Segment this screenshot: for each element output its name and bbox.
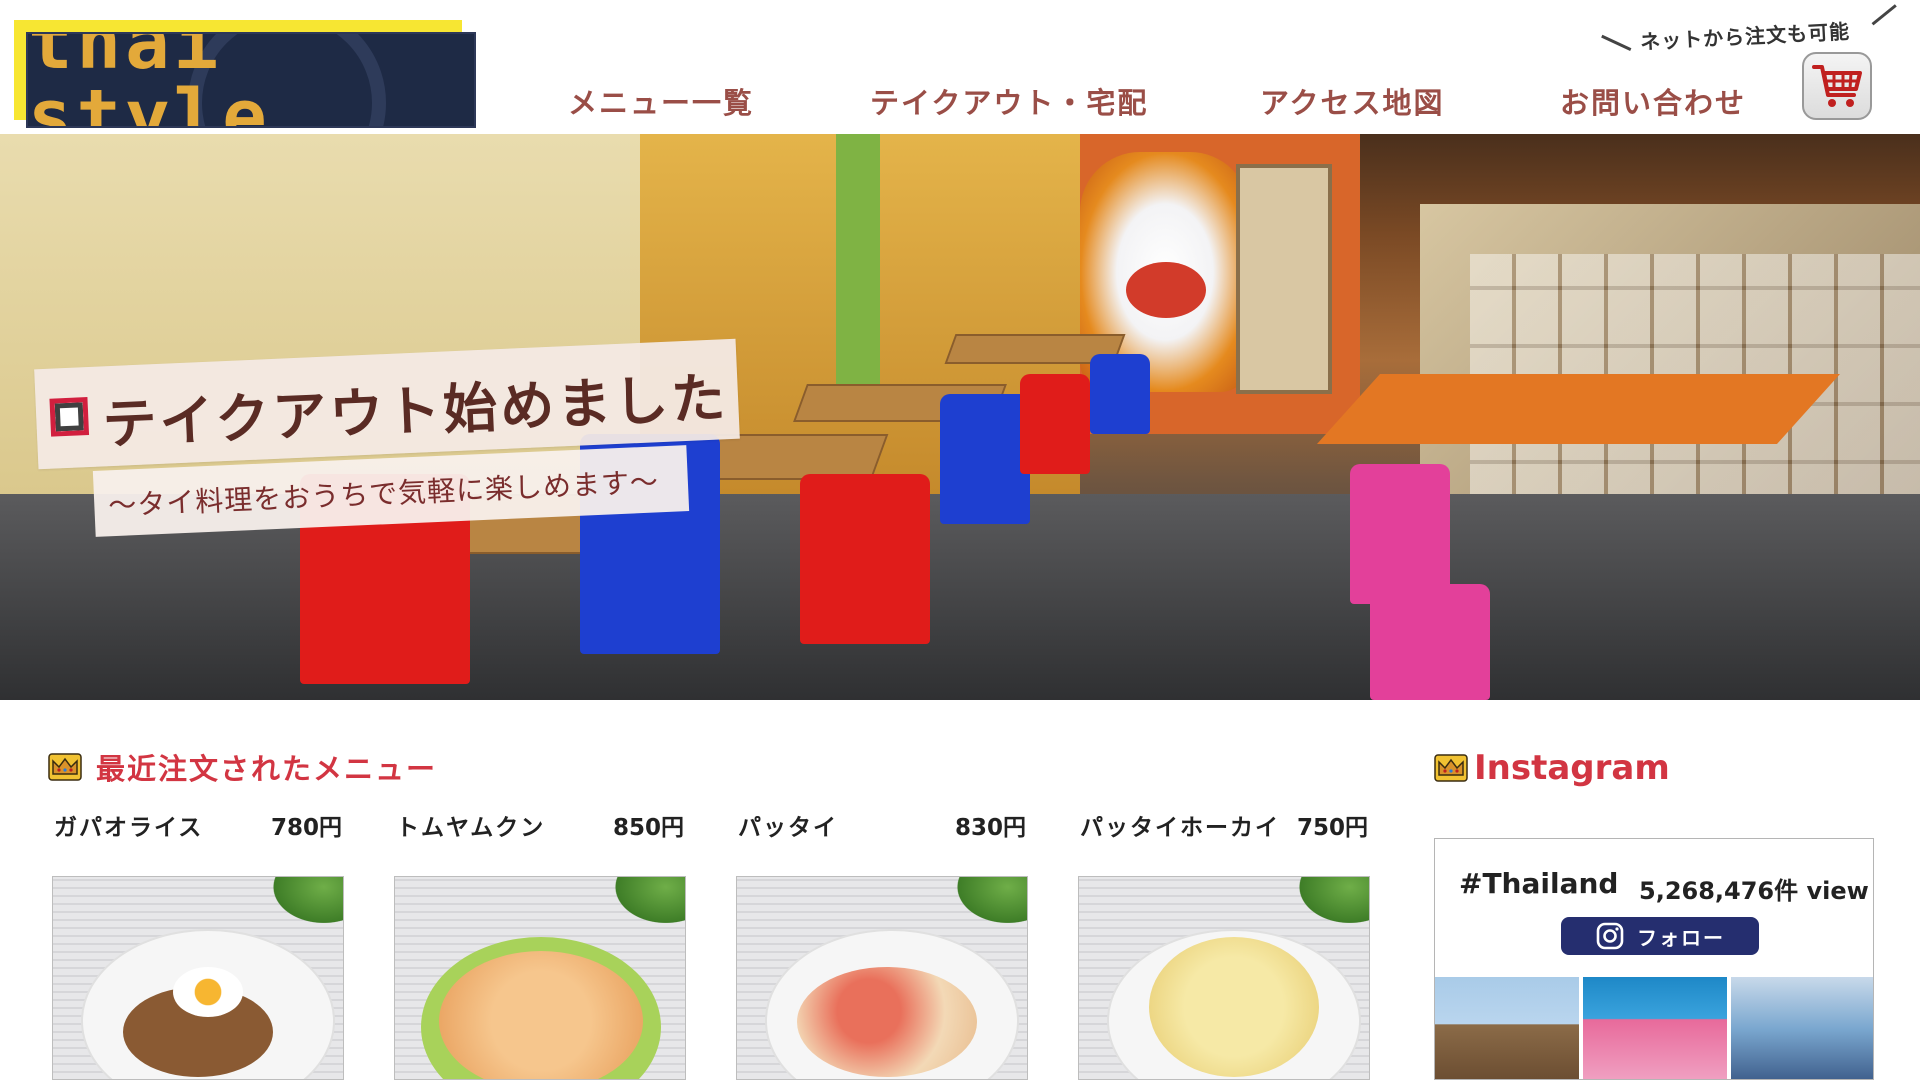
- photo-food: [1149, 937, 1319, 1077]
- menu-item-price: 850円: [612, 815, 684, 841]
- hero-chair: [800, 474, 930, 644]
- hero-chair: [940, 394, 1030, 524]
- instagram-view-count: 5,268,476件 view: [1639, 877, 1869, 905]
- hero-mask-mouth: [1126, 262, 1206, 318]
- photo-food: [797, 967, 977, 1077]
- logo-box: thai style: [26, 32, 476, 128]
- menu-item[interactable]: パッタイ 830円: [736, 808, 1028, 1080]
- instagram-hashtag[interactable]: #Thailand: [1459, 867, 1618, 900]
- menu-item[interactable]: パッタイホーカイ 750円: [1078, 808, 1370, 1080]
- menu-item-name: トムヤムクン: [396, 815, 546, 841]
- note-slash-left: [1601, 34, 1632, 51]
- hero-banner: テイクアウト始めました ～タイ料理をおうちで気軽に楽しめます～: [0, 134, 1920, 700]
- menu-item[interactable]: トムヤムクン 850円: [394, 808, 686, 1080]
- instagram-widget: #Thailand 5,268,476件 view フォロー: [1434, 838, 1874, 1080]
- recent-menu-list: ガパオライス 780円 トムヤムクン 850円 パッタイ 830円 パッタイホー…: [52, 808, 1372, 1080]
- main-nav: メニュー一覧 テイクアウト・宅配 アクセス地図 お問い合わせ: [540, 80, 1780, 124]
- crown-icon: [1434, 754, 1468, 782]
- menu-item-name: パッタイホーカイ: [1080, 815, 1280, 841]
- hero-stool: [1370, 584, 1490, 700]
- menu-item-name: ガパオライス: [54, 815, 204, 841]
- headline-square-icon: [49, 397, 90, 437]
- photo-egg: [173, 967, 243, 1017]
- menu-item-photo[interactable]: [736, 876, 1028, 1080]
- online-order-note-text: ネットから注文も可能: [1639, 19, 1851, 55]
- hero-green-pillar: [836, 134, 880, 404]
- note-slash-right: [1871, 4, 1897, 26]
- menu-item-price: 830円: [954, 815, 1026, 841]
- photo-leaf: [607, 877, 685, 929]
- menu-item-photo[interactable]: [52, 876, 344, 1080]
- hero-subline: ～タイ料理をおうちで気軽に楽しめます～: [107, 465, 660, 523]
- hero-door: [1236, 164, 1332, 394]
- menu-item-price: 750円: [1296, 815, 1368, 841]
- menu-item-name: パッタイ: [738, 815, 838, 841]
- hero-chair: [1090, 354, 1150, 434]
- cart-button[interactable]: [1802, 52, 1872, 120]
- instagram-follow-button[interactable]: フォロー: [1561, 917, 1759, 955]
- photo-leaf: [949, 877, 1027, 929]
- nav-access-map[interactable]: アクセス地図: [1260, 80, 1445, 122]
- photo-leaf: [1291, 877, 1369, 929]
- instagram-follow-label: フォロー: [1637, 925, 1725, 950]
- logo-text: thai style: [28, 32, 271, 128]
- logo[interactable]: thai style: [14, 20, 476, 128]
- photo-soup: [439, 951, 643, 1079]
- menu-item[interactable]: ガパオライス 780円: [52, 808, 344, 1080]
- page: thai style メニュー一覧 テイクアウト・宅配 アクセス地図 お問い合わ…: [0, 0, 1920, 1080]
- instagram-icon: [1596, 922, 1624, 950]
- photo-leaf: [265, 877, 343, 929]
- shopping-cart-icon: [1812, 65, 1862, 107]
- hero-chair: [1020, 374, 1090, 474]
- instagram-thumbnail[interactable]: [1731, 977, 1873, 1079]
- instagram-title: Instagram: [1474, 748, 1670, 788]
- instagram-thumbnails: [1435, 977, 1873, 1079]
- instagram-thumbnail[interactable]: [1435, 977, 1579, 1079]
- menu-item-price: 780円: [270, 815, 342, 841]
- hero-counter: [1316, 374, 1840, 444]
- nav-takeout-delivery[interactable]: テイクアウト・宅配: [870, 80, 1148, 122]
- recent-menu-heading: 最近注文されたメニュー: [48, 746, 437, 788]
- nav-menu-list[interactable]: メニュー一覧: [568, 80, 754, 122]
- instagram-heading: Instagram: [1434, 748, 1670, 788]
- menu-item-photo[interactable]: [1078, 876, 1370, 1080]
- menu-item-photo[interactable]: [394, 876, 686, 1080]
- hero-stool: [1350, 464, 1450, 604]
- crown-icon: [48, 753, 82, 781]
- instagram-thumbnail[interactable]: [1583, 977, 1727, 1079]
- nav-contact[interactable]: お問い合わせ: [1560, 80, 1746, 122]
- recent-menu-title: 最近注文されたメニュー: [96, 752, 438, 786]
